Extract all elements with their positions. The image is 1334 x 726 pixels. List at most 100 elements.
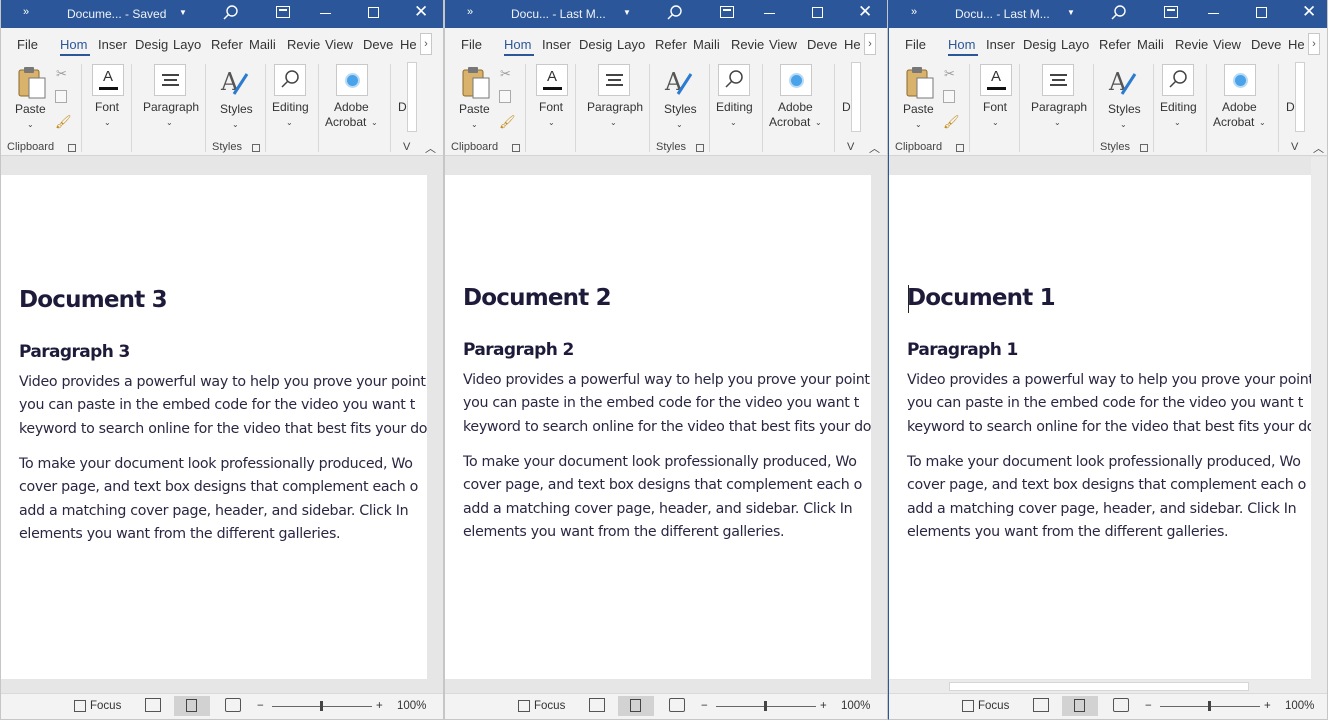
adobe-acrobat-icon[interactable] [1224, 64, 1256, 96]
read-mode-icon[interactable] [589, 698, 605, 712]
chevron-down-icon[interactable]: ⌄ [1174, 118, 1181, 127]
cut-icon[interactable]: ✂ [56, 66, 67, 82]
quick-access-more-icon[interactable]: » [467, 6, 473, 18]
chevron-down-icon[interactable]: ⌄ [371, 118, 378, 127]
tabs-scroll-right-icon[interactable]: › [1308, 33, 1320, 55]
chevron-down-icon[interactable]: ⌄ [1054, 118, 1061, 127]
word-window[interactable]: » Docu... - Last M... ▼ ✕ File Hom Inser De… [444, 0, 888, 720]
chevron-down-icon[interactable]: ⌄ [676, 120, 683, 129]
title-dropdown-icon[interactable]: ▼ [179, 8, 187, 17]
word-window[interactable]: » Docu... - Last M... ▼ ✕ File Hom Inser De… [888, 0, 1328, 720]
zoom-level[interactable]: 100% [841, 700, 870, 712]
tab-help[interactable]: He [1288, 37, 1305, 52]
font-icon[interactable]: A [980, 64, 1012, 96]
styles-icon[interactable]: A [219, 66, 251, 98]
dialog-launcher-icon[interactable] [252, 144, 260, 152]
title-bar[interactable]: » Docume... - Saved ▼ ✕ [1, 0, 443, 28]
search-icon[interactable] [221, 3, 241, 23]
close-icon[interactable]: ✕ [414, 2, 428, 22]
tab-design[interactable]: Desig [579, 37, 612, 52]
maximize-icon[interactable] [1256, 7, 1267, 18]
cut-icon[interactable]: ✂ [500, 66, 511, 82]
paste-label[interactable]: Paste [15, 102, 46, 117]
chevron-down-icon[interactable]: ⌄ [548, 118, 555, 127]
zoom-level[interactable]: 100% [397, 700, 426, 712]
title-bar[interactable]: » Docu... - Last M... ▼ ✕ [889, 0, 1327, 28]
paste-label[interactable]: Paste [903, 102, 934, 117]
copy-icon[interactable] [55, 90, 67, 103]
tab-design[interactable]: Desig [1023, 37, 1056, 52]
maximize-icon[interactable] [368, 7, 379, 18]
zoom-in-button[interactable]: + [1264, 700, 1271, 712]
tab-developer[interactable]: Deve [807, 37, 837, 52]
maximize-icon[interactable] [812, 7, 823, 18]
zoom-level[interactable]: 100% [1285, 700, 1314, 712]
paragraph-label[interactable]: Paragraph [143, 100, 199, 115]
dialog-launcher-icon[interactable] [68, 144, 76, 152]
font-label[interactable]: Font [95, 100, 119, 115]
styles-icon[interactable]: A [663, 66, 695, 98]
collapse-ribbon-icon[interactable]: ︿ [869, 140, 880, 156]
minimize-icon[interactable] [764, 13, 775, 15]
tab-review[interactable]: Revie [287, 37, 320, 52]
chevron-down-icon[interactable]: ⌄ [730, 118, 737, 127]
paragraph-label[interactable]: Paragraph [587, 100, 643, 115]
focus-icon[interactable] [74, 700, 86, 712]
tab-insert[interactable]: Inser [986, 37, 1015, 52]
tab-layout[interactable]: Layo [1061, 37, 1089, 52]
editing-icon[interactable] [274, 64, 306, 96]
title-bar[interactable]: » Docu... - Last M... ▼ ✕ [445, 0, 887, 28]
format-painter-icon[interactable]: 🖌 [943, 114, 960, 130]
styles-icon[interactable]: A [1107, 66, 1139, 98]
dictate-label[interactable]: D [842, 100, 851, 115]
web-layout-icon[interactable] [669, 698, 685, 712]
editing-icon[interactable] [1162, 64, 1194, 96]
styles-label[interactable]: Styles [1108, 102, 1141, 117]
cut-icon[interactable]: ✂ [944, 66, 955, 82]
chevron-down-icon[interactable]: ⌄ [915, 120, 922, 129]
tab-file[interactable]: File [461, 37, 482, 52]
tab-home[interactable]: Hom [504, 37, 531, 52]
paragraph-icon[interactable] [154, 64, 186, 96]
paste-icon[interactable] [461, 66, 491, 100]
ribbon-scroll-icon[interactable] [407, 62, 417, 132]
paste-icon[interactable] [17, 66, 47, 100]
chevron-down-icon[interactable]: ⌄ [610, 118, 617, 127]
ribbon-display-options-icon[interactable] [1164, 6, 1178, 18]
chevron-down-icon[interactable]: ⌄ [27, 120, 34, 129]
adobe-label-line2[interactable]: Acrobat [1213, 115, 1254, 130]
tab-insert[interactable]: Inser [542, 37, 571, 52]
focus-icon[interactable] [962, 700, 974, 712]
minimize-icon[interactable] [320, 13, 331, 15]
copy-icon[interactable] [943, 90, 955, 103]
tab-view[interactable]: View [769, 37, 797, 52]
chevron-down-icon[interactable]: ⌄ [286, 118, 293, 127]
print-layout-icon[interactable] [618, 696, 654, 716]
paragraph-icon[interactable] [598, 64, 630, 96]
zoom-in-button[interactable]: + [376, 700, 383, 712]
tab-file[interactable]: File [905, 37, 926, 52]
format-painter-icon[interactable]: 🖌 [55, 114, 72, 130]
editing-icon[interactable] [718, 64, 750, 96]
format-painter-icon[interactable]: 🖌 [499, 114, 516, 130]
font-label[interactable]: Font [983, 100, 1007, 115]
tab-references[interactable]: Refer [1099, 37, 1131, 52]
search-icon[interactable] [1109, 3, 1129, 23]
editing-label[interactable]: Editing [716, 100, 753, 115]
dialog-launcher-icon[interactable] [956, 144, 964, 152]
chevron-down-icon[interactable]: ⌄ [471, 120, 478, 129]
chevron-down-icon[interactable]: ⌄ [166, 118, 173, 127]
zoom-in-button[interactable]: + [820, 700, 827, 712]
focus-button[interactable]: Focus [534, 700, 565, 712]
tab-help[interactable]: He [844, 37, 861, 52]
adobe-acrobat-icon[interactable] [336, 64, 368, 96]
zoom-slider-knob[interactable] [320, 701, 323, 711]
web-layout-icon[interactable] [225, 698, 241, 712]
tab-layout[interactable]: Layo [173, 37, 201, 52]
print-layout-icon[interactable] [174, 696, 210, 716]
print-layout-icon[interactable] [1062, 696, 1098, 716]
chevron-down-icon[interactable]: ⌄ [815, 118, 822, 127]
tabs-scroll-right-icon[interactable]: › [420, 33, 432, 55]
chevron-down-icon[interactable]: ⌄ [1120, 120, 1127, 129]
vertical-scrollbar[interactable] [1311, 157, 1327, 693]
